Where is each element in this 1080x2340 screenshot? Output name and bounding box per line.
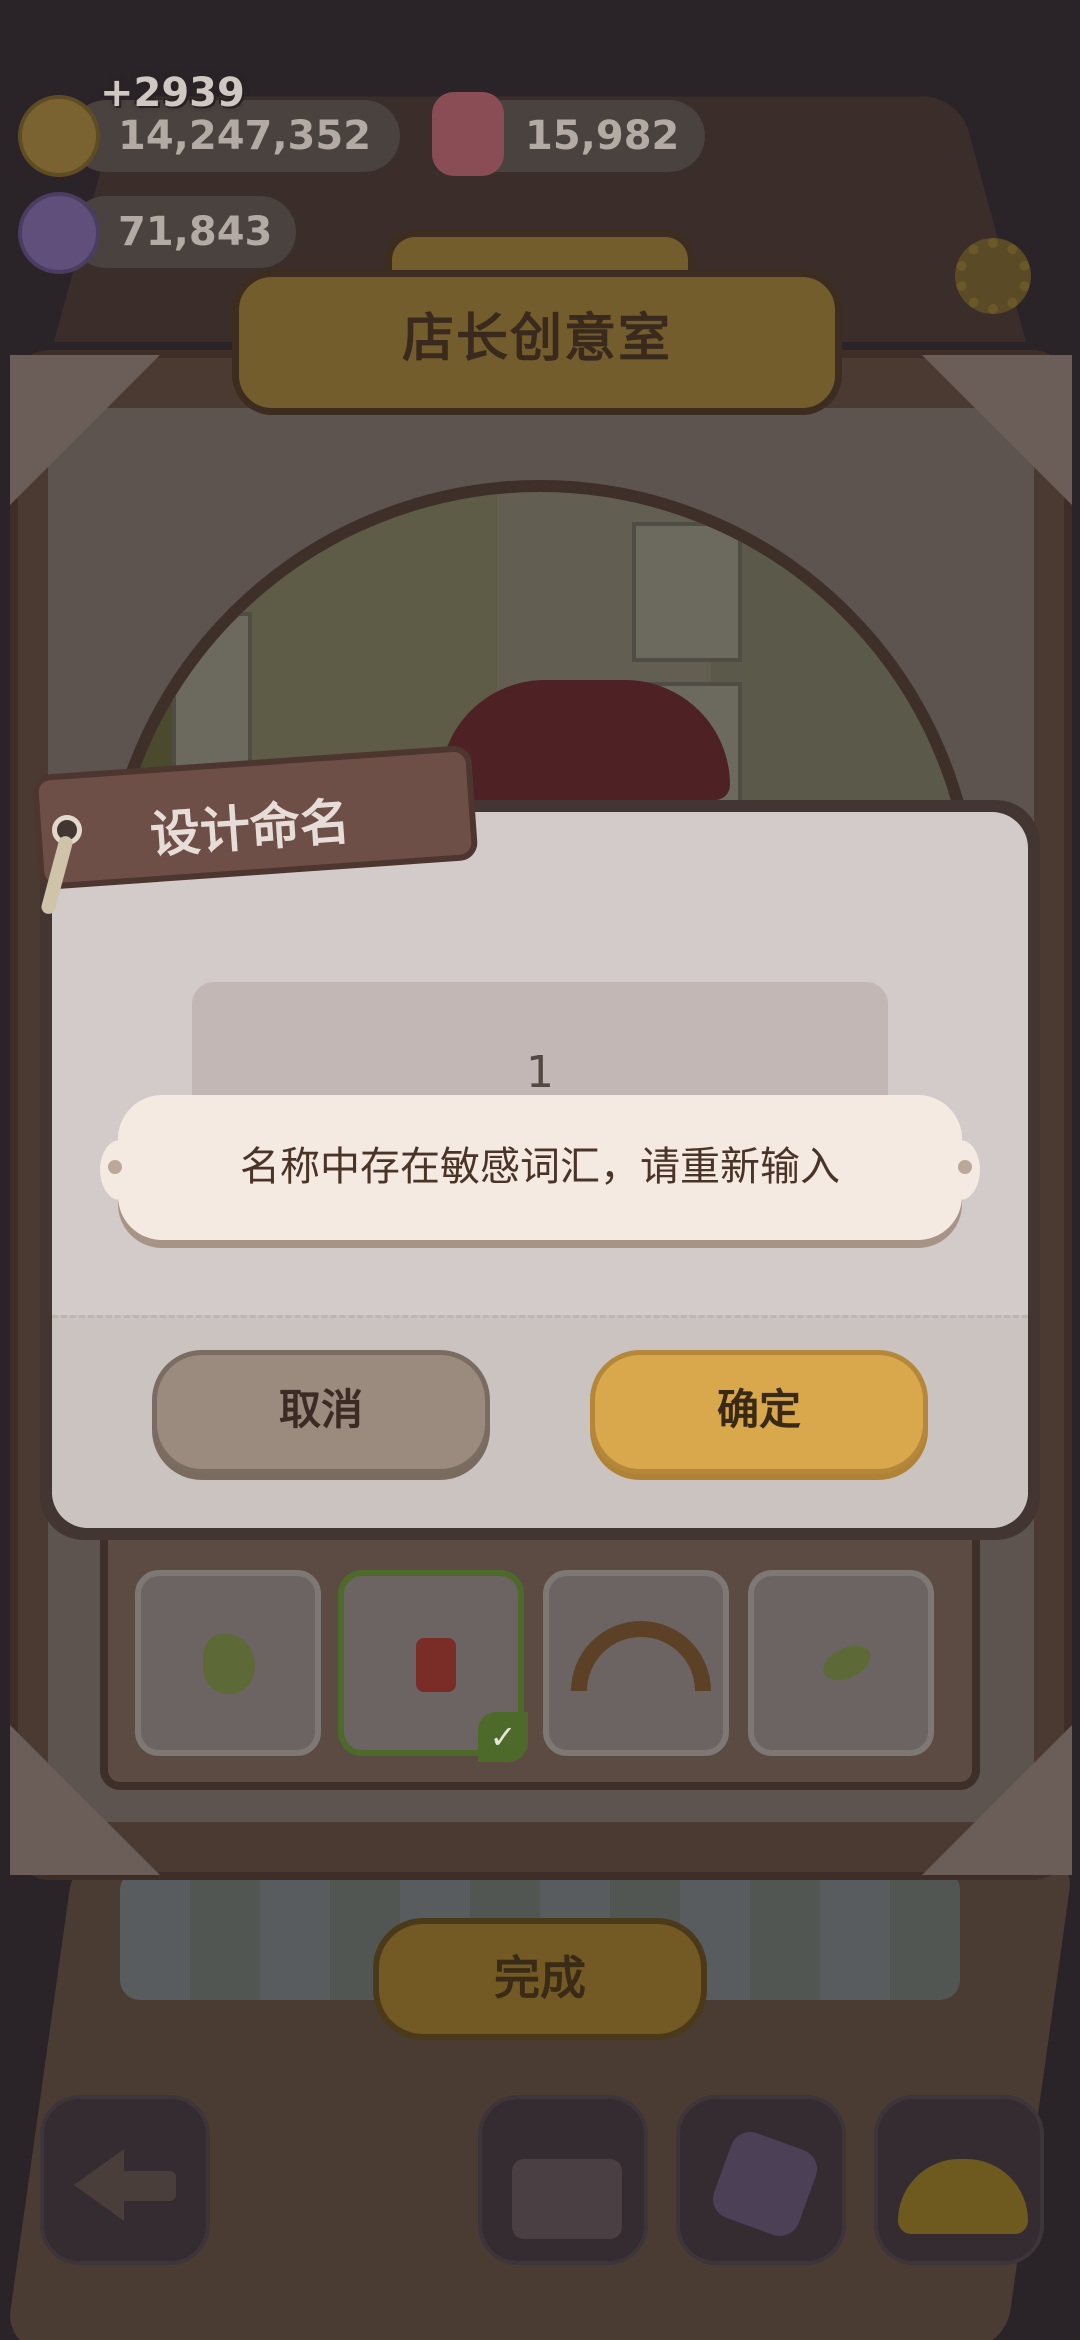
decor-slot-sprout[interactable] (748, 1570, 934, 1756)
pink-cake-gem-icon (432, 92, 504, 176)
hardhat-button[interactable] (874, 2095, 1044, 2265)
confirm-button[interactable]: 确定 (590, 1350, 928, 1474)
paint-tool-icon (707, 2126, 823, 2242)
check-icon: ✓ (478, 1712, 528, 1762)
gem-amount: 15,982 (525, 113, 680, 159)
purple-candy-icon (18, 192, 100, 274)
candy-amount: 71,843 (118, 209, 273, 255)
toast-dot-left (108, 1160, 122, 1174)
done-button[interactable]: 完成 (373, 1918, 707, 2040)
coin-amount: 14,247,352 (118, 113, 372, 159)
leaf-decor-icon (203, 1634, 255, 1694)
red-lantern-icon (416, 1638, 456, 1692)
sprout-decor-icon (818, 1638, 876, 1688)
paint-button[interactable] (676, 2095, 846, 2265)
gift-box-icon (512, 2159, 622, 2239)
cancel-button[interactable]: 取消 (152, 1350, 490, 1474)
door-panel (632, 522, 742, 662)
toast-dot-right (958, 1160, 972, 1174)
candy-counter: 71,843 (70, 196, 296, 268)
coin-gain-popup: +2939 (100, 70, 245, 116)
page-title: 店长创意室 (401, 309, 672, 369)
back-arrow-shaft (120, 2171, 176, 2201)
cookie-coin-icon (18, 95, 100, 177)
back-button[interactable] (40, 2095, 210, 2265)
box-button[interactable] (478, 2095, 648, 2265)
decor-slot-leaf[interactable] (135, 1570, 321, 1756)
gear-icon[interactable] (955, 238, 1031, 314)
arch-decor-icon (571, 1621, 711, 1691)
toast-message: 名称中存在敏感词汇，请重新输入 (240, 1144, 840, 1190)
hard-hat-icon (898, 2159, 1028, 2234)
decor-slot-arch[interactable] (543, 1570, 729, 1756)
back-arrow-icon (74, 2149, 124, 2221)
error-toast: 名称中存在敏感词汇，请重新输入 (118, 1095, 962, 1240)
